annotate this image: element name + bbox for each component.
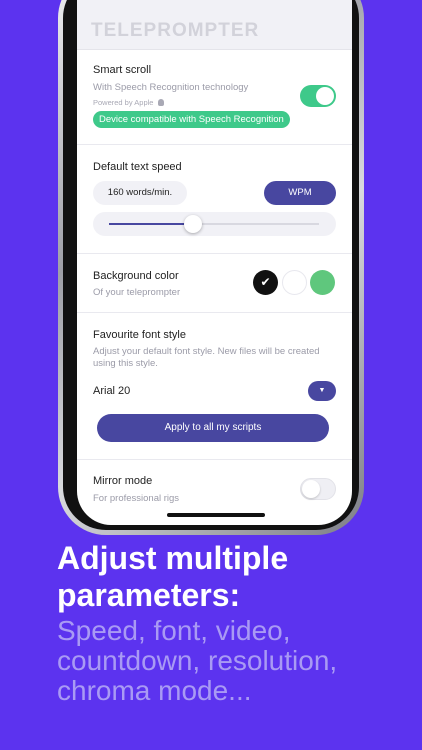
font-style-description: Adjust your default font style. New file… xyxy=(93,346,320,369)
speed-value-display: 160 words/min. xyxy=(93,181,187,205)
mirror-mode-section: Mirror mode For professional rigs xyxy=(77,460,352,520)
toggle-knob xyxy=(302,480,320,498)
background-color-section: Background color Of your teleprompter ✔ xyxy=(77,254,352,313)
app-screen: TELEPROMPTER Smart scroll With Speech Re… xyxy=(77,0,352,525)
slider-thumb[interactable] xyxy=(184,215,202,233)
powered-by-label: Powered by Apple xyxy=(93,98,164,107)
speed-slider[interactable] xyxy=(93,212,336,236)
smart-scroll-subtitle: With Speech Recognition technology xyxy=(93,82,249,93)
mirror-mode-subtitle: For professional rigs xyxy=(93,493,180,504)
color-swatch-white[interactable] xyxy=(282,270,307,295)
toggle-knob xyxy=(316,87,334,105)
app-header: TELEPROMPTER xyxy=(77,0,352,50)
text-speed-section: Default text speed 160 words/min. WPM xyxy=(77,145,352,254)
speech-recognition-badge: Device compatible with Speech Recognitio… xyxy=(93,111,290,128)
phone-frame: TELEPROMPTER Smart scroll With Speech Re… xyxy=(58,0,364,535)
font-style-label: Favourite font style xyxy=(93,329,186,341)
apple-icon xyxy=(157,99,164,106)
phone-bezel: TELEPROMPTER Smart scroll With Speech Re… xyxy=(63,0,359,530)
color-swatch-black[interactable]: ✔ xyxy=(253,270,278,295)
text-speed-label: Default text speed xyxy=(93,161,182,173)
apply-to-all-button[interactable]: Apply to all my scripts xyxy=(97,414,329,442)
app-title: TELEPROMPTER xyxy=(91,20,260,41)
smart-scroll-label: Smart scroll xyxy=(93,64,152,76)
background-color-subtitle: Of your teleprompter xyxy=(93,287,181,298)
color-swatch-green[interactable] xyxy=(310,270,335,295)
font-style-section: Favourite font style Adjust your default… xyxy=(77,313,352,460)
smart-scroll-section: Smart scroll With Speech Recognition tec… xyxy=(77,50,352,145)
home-indicator xyxy=(167,513,265,517)
current-font: Arial 20 xyxy=(93,385,131,397)
smart-scroll-toggle[interactable] xyxy=(300,85,336,107)
marketing-headline: Adjust multiple parameters: xyxy=(57,540,289,613)
marketing-subline: Speed, font, video, countdown, resolutio… xyxy=(57,615,338,706)
mirror-mode-label: Mirror mode xyxy=(93,475,153,487)
background-color-label: Background color xyxy=(93,270,179,282)
slider-fill xyxy=(109,223,193,225)
powered-by-text: Powered by Apple xyxy=(93,98,154,107)
mirror-mode-toggle[interactable] xyxy=(300,478,336,500)
wpm-button[interactable]: WPM xyxy=(264,181,336,205)
font-dropdown-button[interactable]: ▼ xyxy=(308,381,336,401)
chevron-down-icon: ▼ xyxy=(318,387,326,394)
